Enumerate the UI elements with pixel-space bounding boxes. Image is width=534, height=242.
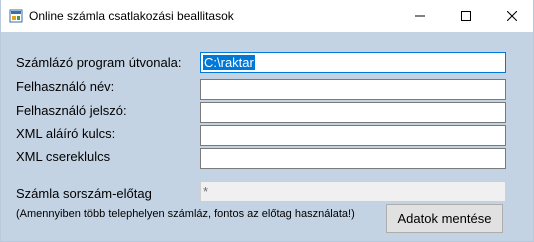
maximize-icon <box>461 11 471 21</box>
program-path-label: Számlázó program útvonala: <box>16 55 182 70</box>
xml-signing-key-input[interactable] <box>200 125 506 146</box>
invoice-prefix-label: Számla sorszám-előtag <box>16 186 152 201</box>
minimize-icon <box>415 15 425 17</box>
app-icon <box>9 9 23 23</box>
username-input[interactable] <box>200 79 506 100</box>
save-data-button[interactable]: Adatok mentése <box>386 204 503 233</box>
form-panel: Számlázó program útvonala: C:\raktar Fel… <box>1 32 533 241</box>
title-bar[interactable]: Online számla csatlakozási beallitasok <box>1 0 533 32</box>
maximize-button[interactable] <box>443 0 489 32</box>
close-button[interactable] <box>489 0 533 32</box>
settings-window: Online számla csatlakozási beallitasok S… <box>0 0 534 242</box>
minimize-button[interactable] <box>397 0 443 32</box>
program-path-value: C:\raktar <box>203 55 255 70</box>
password-input[interactable] <box>200 102 506 123</box>
prefix-note: (Amennyiben több telephelyen számláz, fo… <box>16 208 355 220</box>
xml-exchange-key-label: XML csereklulcs <box>16 149 111 164</box>
window-title: Online számla csatlakozási beallitasok <box>29 9 234 23</box>
xml-signing-key-label: XML aláíró kulcs: <box>16 126 116 141</box>
close-icon <box>507 11 517 21</box>
username-label: Felhasználó név: <box>16 79 115 94</box>
invoice-prefix-input: * <box>200 181 506 202</box>
program-path-input[interactable]: C:\raktar <box>200 52 506 73</box>
password-label: Felhasználó jelszó: <box>16 103 127 118</box>
xml-exchange-key-input[interactable] <box>200 148 506 169</box>
